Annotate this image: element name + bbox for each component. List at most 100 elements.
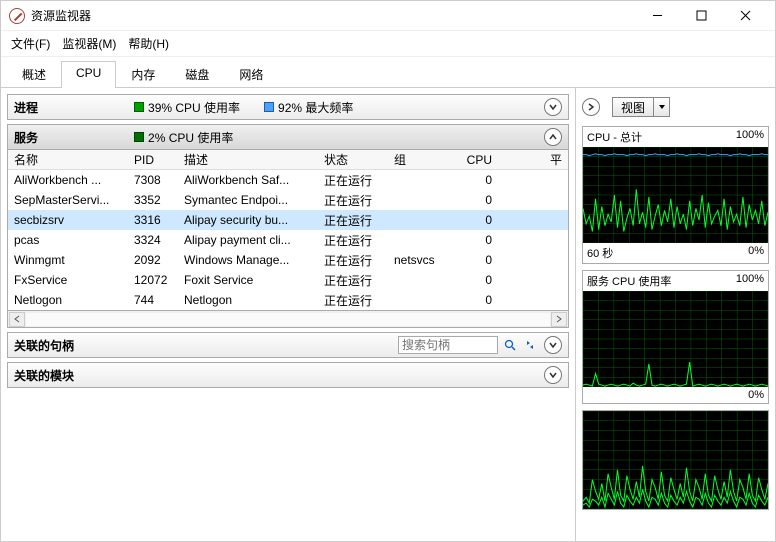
cell-name: secbizsrv [8, 213, 128, 227]
tab-disk[interactable]: 磁盘 [170, 61, 224, 87]
cell-status: 正在运行 [318, 252, 388, 269]
expand-icon[interactable] [544, 98, 562, 116]
menubar: 文件(F) 监视器(M) 帮助(H) [1, 31, 775, 57]
app-icon [9, 8, 25, 24]
scroll-left-icon[interactable] [9, 312, 25, 327]
refresh-icon[interactable] [522, 337, 538, 353]
blue-square-icon [264, 102, 274, 112]
cell-name: SepMasterServi... [8, 193, 128, 207]
cell-status: 正在运行 [318, 272, 388, 289]
cell-desc: Alipay security bu... [178, 213, 318, 227]
menu-monitor[interactable]: 监视器(M) [58, 33, 120, 54]
green-square-icon [134, 102, 144, 112]
col-group[interactable]: 组 [388, 151, 448, 168]
cell-cpu: 0 [448, 173, 498, 187]
process-panel-header[interactable]: 进程 39% CPU 使用率 92% 最大频率 [7, 94, 569, 120]
cell-desc: Symantec Endpoi... [178, 193, 318, 207]
tab-overview[interactable]: 概述 [7, 61, 61, 87]
chart-cpu-max: 100% [736, 129, 764, 145]
cell-status: 正在运行 [318, 292, 388, 309]
window-title: 资源监视器 [31, 7, 635, 24]
chart-cpu-total: CPU - 总计 100% 60 秒 0% [582, 126, 769, 264]
cell-name: AliWorkbench ... [8, 173, 128, 187]
chart-cpu-footer-left: 60 秒 [587, 245, 613, 261]
cell-status: 正在运行 [318, 232, 388, 249]
menu-file[interactable]: 文件(F) [7, 33, 54, 54]
cell-status: 正在运行 [318, 192, 388, 209]
cell-pid: 744 [128, 293, 178, 307]
col-pid[interactable]: PID [128, 153, 178, 167]
maximize-button[interactable] [679, 2, 723, 30]
cell-name: pcas [8, 233, 128, 247]
process-cpu-text: 39% CPU 使用率 [148, 99, 240, 116]
search-input[interactable] [398, 336, 498, 354]
cell-pid: 7308 [128, 173, 178, 187]
expand-icon[interactable] [544, 366, 562, 384]
table-row[interactable]: Netlogon744Netlogon正在运行0 [8, 290, 568, 310]
cell-status: 正在运行 [318, 212, 388, 229]
services-panel-title: 服务 [14, 129, 38, 146]
green-dark-square-icon [134, 132, 144, 142]
chart-svc-title: 服务 CPU 使用率 [587, 273, 671, 289]
chart-service-cpu: 服务 CPU 使用率 100% 0% [582, 270, 769, 404]
chart-svc-footer-right: 0% [748, 389, 764, 401]
cell-pid: 3352 [128, 193, 178, 207]
table-row[interactable]: FxService12072Foxit Service正在运行 0 [8, 270, 568, 290]
table-row[interactable]: SepMasterServi...3352Symantec Endpoi...正… [8, 190, 568, 210]
search-icon[interactable] [502, 337, 518, 353]
cell-desc: Netlogon [178, 293, 318, 307]
col-avg[interactable]: 平 [498, 151, 568, 168]
cell-cpu: 0 [448, 253, 498, 267]
services-cpu-text: 2% CPU 使用率 [148, 129, 233, 146]
cell-pid: 2092 [128, 253, 178, 267]
modules-panel-header[interactable]: 关联的模块 [7, 362, 569, 388]
titlebar: 资源监视器 [1, 1, 775, 31]
handles-panel-header[interactable]: 关联的句柄 [7, 332, 569, 358]
tabbar: 概述 CPU 内存 磁盘 网络 [1, 57, 775, 88]
chart-cpu-footer-right: 0% [748, 245, 764, 261]
services-table-header[interactable]: 名称 PID 描述 状态 组 CPU 平 [8, 150, 568, 170]
cell-desc: Alipay payment cli... [178, 233, 318, 247]
minimize-button[interactable] [635, 2, 679, 30]
view-button-label: 视图 [613, 99, 653, 116]
handles-panel-title: 关联的句柄 [14, 337, 74, 354]
tab-cpu[interactable]: CPU [61, 61, 116, 87]
close-button[interactable] [723, 2, 767, 30]
services-panel: 服务 2% CPU 使用率 名称 PID 描述 状态 组 CPU 平 AliWo… [7, 124, 569, 328]
col-name[interactable]: 名称 [8, 151, 128, 168]
menu-help[interactable]: 帮助(H) [124, 33, 173, 54]
cell-cpu: 0 [448, 293, 498, 307]
cell-cpu: 0 [448, 273, 498, 287]
col-desc[interactable]: 描述 [178, 151, 318, 168]
table-row[interactable]: AliWorkbench ...7308AliWorkbench Saf...正… [8, 170, 568, 190]
cell-desc: Foxit Service [178, 273, 318, 287]
col-status[interactable]: 状态 [318, 151, 388, 168]
right-toggle-icon[interactable] [582, 98, 600, 116]
modules-panel-title: 关联的模块 [14, 367, 74, 384]
chart-svc-max: 100% [736, 273, 764, 289]
view-button[interactable]: 视图 [612, 97, 670, 117]
cell-name: FxService [8, 273, 128, 287]
cell-cpu: 0 [448, 213, 498, 227]
cell-pid: 12072 [128, 273, 178, 287]
services-table: 名称 PID 描述 状态 组 CPU 平 AliWorkbench ...730… [7, 150, 569, 311]
process-panel-title: 进程 [14, 99, 38, 116]
cell-desc: Windows Manage... [178, 253, 318, 267]
collapse-icon[interactable] [544, 128, 562, 146]
expand-icon[interactable] [544, 336, 562, 354]
col-cpu[interactable]: CPU [448, 153, 498, 167]
cell-cpu: 0 [448, 233, 498, 247]
table-row[interactable]: pcas3324Alipay payment cli...正在运行0 [8, 230, 568, 250]
h-scrollbar[interactable] [7, 311, 569, 328]
tab-network[interactable]: 网络 [224, 61, 278, 87]
left-column: 进程 39% CPU 使用率 92% 最大频率 服务 2% CPU 使用率 名称… [1, 88, 575, 541]
scroll-track[interactable] [26, 313, 550, 326]
chevron-down-icon[interactable] [653, 98, 669, 116]
tab-memory[interactable]: 内存 [116, 61, 170, 87]
table-row[interactable]: Winmgmt2092Windows Manage...正在运行netsvcs0 [8, 250, 568, 270]
services-panel-header[interactable]: 服务 2% CPU 使用率 [7, 124, 569, 150]
cell-group: netsvcs [388, 253, 448, 267]
scroll-right-icon[interactable] [551, 312, 567, 327]
cell-status: 正在运行 [318, 172, 388, 189]
table-row[interactable]: secbizsrv3316Alipay security bu...正在运行0 [8, 210, 568, 230]
